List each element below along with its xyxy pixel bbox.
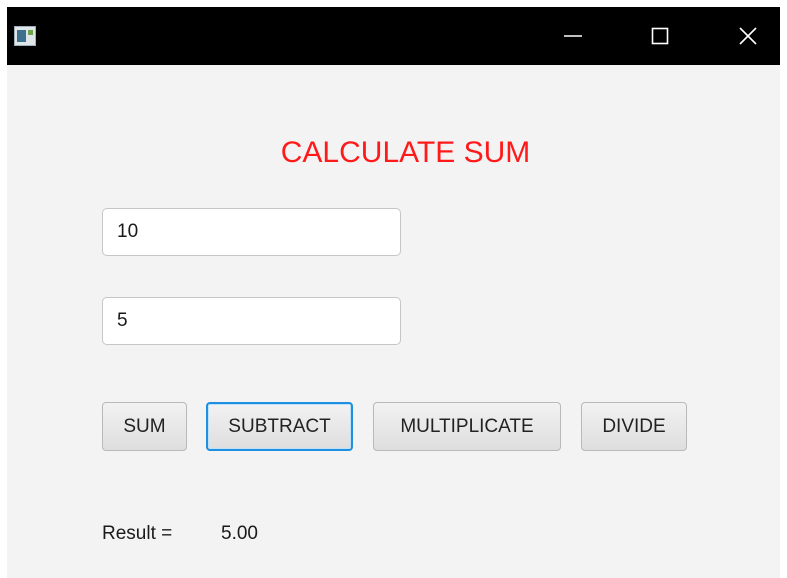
- second-number-input[interactable]: [102, 297, 401, 345]
- result-label: Result =: [102, 523, 173, 544]
- close-button[interactable]: [719, 7, 777, 65]
- app-window: CALCULATE SUM SUM SUBTRACT MULTIPLICATE …: [7, 7, 780, 578]
- maximize-icon: [651, 27, 669, 45]
- minimize-icon: [564, 35, 582, 37]
- multiplicate-button[interactable]: MULTIPLICATE: [373, 402, 561, 451]
- title-bar: [7, 7, 780, 65]
- close-icon: [739, 27, 757, 45]
- page-title: CALCULATE SUM: [280, 136, 531, 169]
- maximize-button[interactable]: [631, 7, 689, 65]
- app-icon: [14, 26, 36, 46]
- subtract-button[interactable]: SUBTRACT: [206, 402, 353, 451]
- result-value: 5.00: [221, 523, 258, 544]
- sum-button[interactable]: SUM: [102, 402, 187, 451]
- minimize-button[interactable]: [544, 7, 602, 65]
- first-number-input[interactable]: [102, 208, 401, 256]
- divide-button[interactable]: DIVIDE: [581, 402, 687, 451]
